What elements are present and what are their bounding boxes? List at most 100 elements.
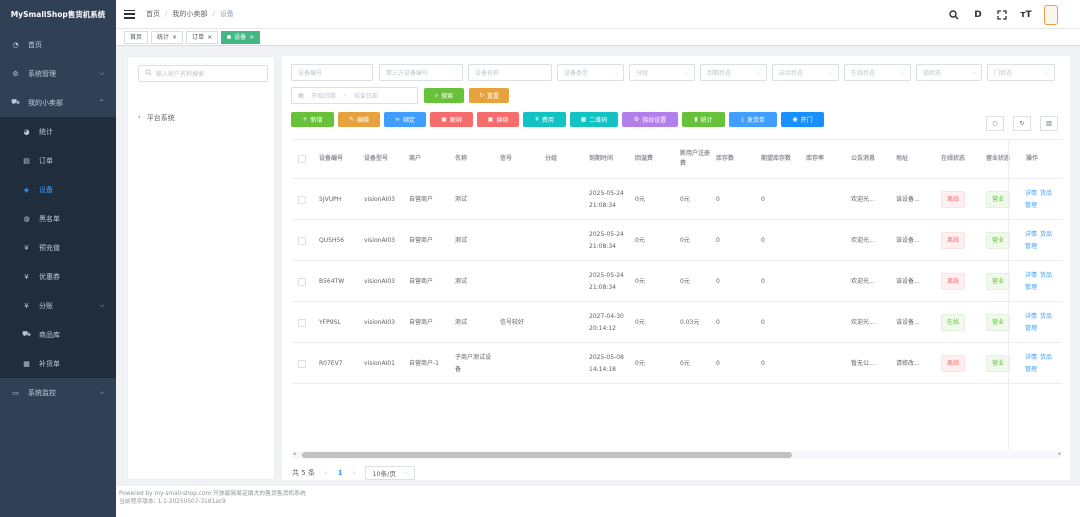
page-number[interactable]: 1 — [338, 469, 343, 477]
online-status-select[interactable]: 在线状态 ⌵ — [844, 64, 911, 81]
cell-merchant: 自营商户-1 — [409, 359, 439, 367]
goods-link[interactable]: 货品 — [1040, 270, 1052, 281]
page-size-select[interactable]: 10条/页 ⌵ — [365, 466, 415, 480]
menu-orders[interactable]: ▤ 订单 — [0, 146, 116, 175]
goods-link[interactable]: 货品 — [1040, 311, 1052, 322]
lock-status-select[interactable]: 锁状态 ⌵ — [916, 64, 982, 81]
hamburger-icon[interactable] — [124, 9, 135, 19]
tree-node-root[interactable]: › 平台系统 — [138, 113, 175, 123]
table-row[interactable]: QU5H56 visionAI03 自营商户 测试 2025-05-24 21:08:3… — [292, 220, 1062, 261]
breadcrumb-home[interactable]: 首页 — [146, 9, 160, 19]
fingerprint-button[interactable]: ⚙ 指纹设置 — [622, 112, 678, 127]
menu-monitor[interactable]: ▭ 系统监控 ⌵ — [0, 378, 116, 407]
menu-devices[interactable]: ◈ 设备 — [0, 175, 116, 204]
menu-my-shop[interactable]: ⛟ 我的小卖部 ⌃ — [0, 88, 116, 117]
manage-link[interactable]: 管理 — [1025, 364, 1037, 375]
device-type-select[interactable]: 设备类型 ⌵ — [557, 64, 624, 81]
select-all-checkbox[interactable] — [298, 140, 306, 178]
tag-home[interactable]: 首页 — [124, 30, 149, 44]
bind-button[interactable]: ∞ 绑定 — [384, 112, 426, 127]
search-button[interactable]: ⌕ 搜索 — [424, 88, 464, 103]
cell-addr: 请修改... — [896, 359, 920, 367]
fee-button[interactable]: ¥ 费用 — [523, 112, 566, 127]
detail-link[interactable]: 详情 — [1025, 311, 1037, 322]
expire-status-select[interactable]: 到期状态 ⌵ — [700, 64, 767, 81]
menu-label: 我的小卖部 — [28, 98, 63, 107]
font-size-icon[interactable]: тT — [1020, 9, 1032, 21]
detail-link[interactable]: 详情 — [1025, 352, 1037, 363]
menu-restock[interactable]: ▦ 补货单 — [0, 349, 116, 378]
stats-button[interactable]: ▮ 统计 — [682, 112, 725, 127]
pagination: 共 5 条 ‹ 1 › 10条/页 ⌵ — [292, 466, 415, 480]
columns-icon[interactable]: ▥ — [1040, 116, 1058, 131]
device-no-input[interactable]: 设备编号 — [291, 64, 373, 81]
table-row[interactable]: YFP9SL visionAI03 自营商户 测试 信号较好 2027-04-30 20:… — [292, 302, 1062, 343]
menu-precharge[interactable]: ¥ 预充值 — [0, 233, 116, 262]
device-name-input[interactable]: 设备名称 — [468, 64, 552, 81]
manage-link[interactable]: 管理 — [1025, 241, 1037, 252]
start-status-select[interactable]: 启动状态 ⌵ — [772, 64, 839, 81]
horizontal-scrollbar[interactable]: ◂ ▸ — [292, 451, 1062, 459]
device-content: 设备编号 第三方设备编号 设备名称 设备类型 ⌵ 分组 ⌵ 到期状态 ⌵ 启动状态 ⌵ … — [282, 56, 1070, 480]
cell-rate — [806, 220, 846, 261]
table-row[interactable]: B564TW visionAI03 自营商户 测试 2025-05-24 21:08:3… — [292, 261, 1062, 302]
reset-button[interactable]: ↻ 重置 — [469, 88, 509, 103]
manage-link[interactable]: 管理 — [1025, 282, 1037, 293]
row-checkbox[interactable] — [298, 261, 306, 302]
row-checkbox[interactable] — [298, 343, 306, 384]
tag-orders[interactable]: 订单 × — [186, 30, 219, 44]
detail-link[interactable]: 详情 — [1025, 270, 1037, 281]
menu-label: 统计 — [39, 127, 53, 136]
scrollbar-thumb[interactable] — [302, 452, 792, 458]
menu-home[interactable]: ◔ 首页 — [0, 30, 116, 59]
table-row[interactable]: R07EV7 visionAI01 自营商户-1 子商户测试设备 2025-05-08 … — [292, 343, 1062, 384]
table-row[interactable]: 5JVUPH visionAI03 自营商户 测试 2025-05-24 21:08:3… — [292, 179, 1062, 220]
goods-link[interactable]: 货品 — [1040, 188, 1052, 199]
add-button[interactable]: + 新增 — [291, 112, 334, 127]
close-icon[interactable]: × — [172, 32, 177, 43]
search-toggle-icon[interactable]: ○ — [986, 116, 1004, 131]
close-icon[interactable]: × — [207, 32, 212, 43]
col-merchant: 商户 — [409, 155, 422, 163]
refresh-icon[interactable]: ↻ — [1013, 116, 1031, 131]
col-model: 设备型号 — [364, 155, 389, 163]
menu-blacklist[interactable]: ◍ 黑名单 — [0, 204, 116, 233]
fullscreen-icon[interactable] — [996, 9, 1008, 21]
menu-stats[interactable]: ◕ 统计 — [0, 117, 116, 146]
detail-link[interactable]: 详情 — [1025, 229, 1037, 240]
prev-page-icon[interactable]: ‹ — [325, 469, 328, 477]
manage-link[interactable]: 管理 — [1025, 200, 1037, 211]
manage-link[interactable]: 管理 — [1025, 323, 1037, 334]
date-range-picker[interactable]: ▦ 开始日期 - 结束日期 — [291, 87, 418, 104]
yen-icon: ¥ — [535, 116, 539, 123]
third-device-no-input[interactable]: 第三方设备编号 — [379, 64, 463, 81]
menu-label: 系统管理 — [28, 69, 56, 78]
group-select[interactable]: 分组 ⌵ — [629, 64, 695, 81]
rebind-button[interactable]: ▣ 换绑 — [477, 112, 519, 127]
open-door-button[interactable]: ◉ 开门 — [781, 112, 824, 127]
search-icon[interactable] — [948, 9, 960, 21]
breadcrumb-shop[interactable]: 我的小卖部 — [172, 9, 207, 19]
unbind-button[interactable]: ▣ 解绑 — [430, 112, 473, 127]
edit-button[interactable]: ✎ 编辑 — [338, 112, 380, 127]
merchant-search-input[interactable]: 输入商户名称搜索 — [138, 65, 268, 82]
menu-coupons[interactable]: ¥ 优惠券 — [0, 262, 116, 291]
next-page-icon[interactable]: › — [353, 469, 356, 477]
goods-link[interactable]: 货品 — [1040, 229, 1052, 240]
door-status-select[interactable]: 门状态 ⌵ — [987, 64, 1055, 81]
row-checkbox[interactable] — [298, 220, 306, 261]
detail-link[interactable]: 详情 — [1025, 188, 1037, 199]
row-checkbox[interactable] — [298, 179, 306, 220]
menu-products[interactable]: ⛟ 商品库 — [0, 320, 116, 349]
menu-split[interactable]: ¥ 分账 ⌵ — [0, 291, 116, 320]
avatar[interactable] — [1044, 4, 1058, 25]
d-icon[interactable]: D — [972, 9, 984, 21]
close-icon[interactable]: × — [249, 32, 254, 43]
qrcode-button[interactable]: ▦ 二维码 — [570, 112, 618, 127]
tag-stats[interactable]: 统计 × — [151, 30, 184, 44]
goods-link[interactable]: 货品 — [1040, 352, 1052, 363]
menu-system[interactable]: ⚙ 系统管理 ⌵ — [0, 59, 116, 88]
tag-devices[interactable]: 设备 × — [221, 30, 261, 44]
delivery-button[interactable]: ⤓ 发货单 — [729, 112, 777, 127]
row-checkbox[interactable] — [298, 302, 306, 343]
